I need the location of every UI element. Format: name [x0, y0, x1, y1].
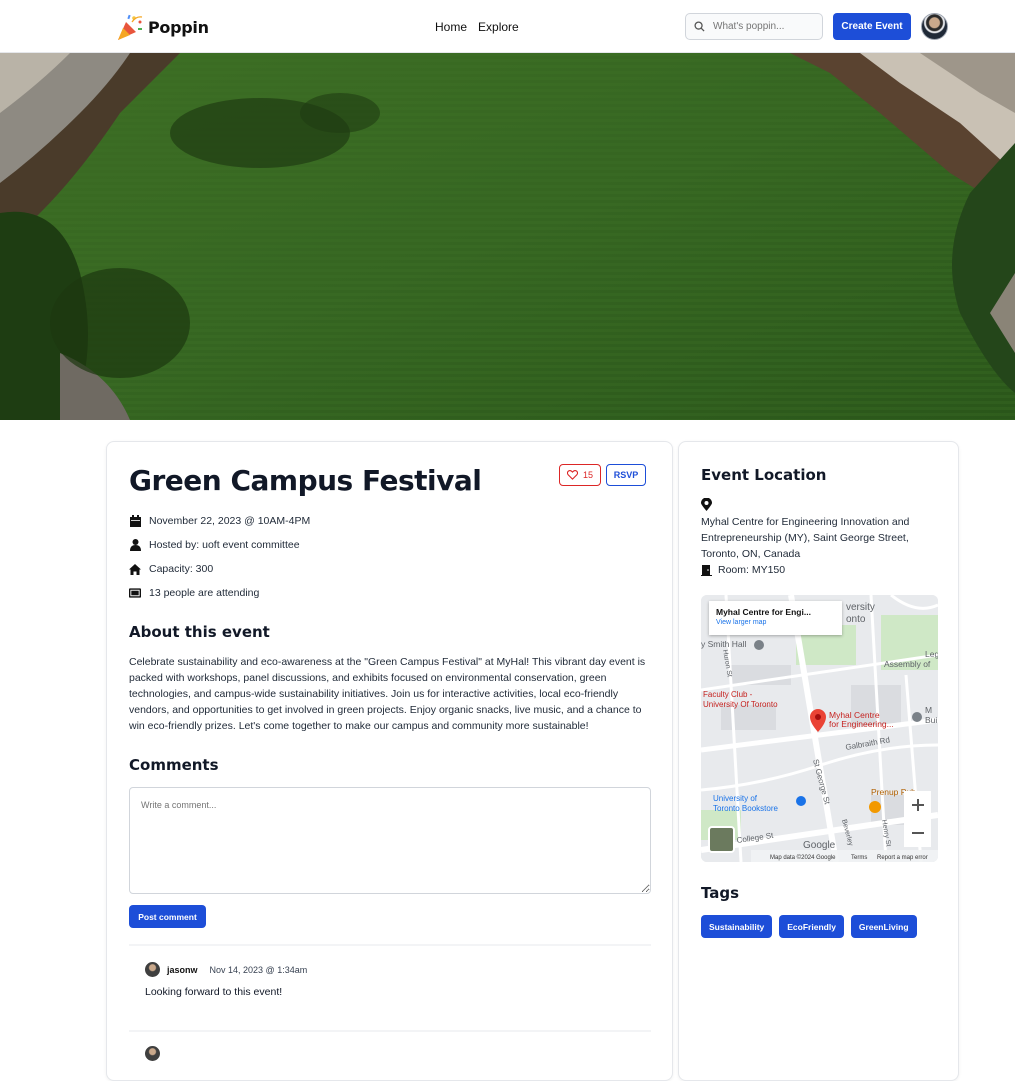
- comment-timestamp: Nov 14, 2023 @ 1:34am: [209, 964, 308, 975]
- search-input[interactable]: [713, 21, 813, 32]
- search-icon: [694, 21, 705, 32]
- map-attribution: Map data ©2024 Google: [770, 854, 836, 861]
- comment-input[interactable]: [129, 787, 651, 894]
- brand-name: Poppin: [148, 17, 209, 37]
- like-button[interactable]: 15: [559, 464, 601, 486]
- comment-username[interactable]: jasonw: [167, 965, 198, 975]
- comment-header: jasonw Nov 14, 2023 @ 1:34am: [145, 962, 307, 977]
- map-zoom-out-button[interactable]: [904, 819, 931, 847]
- event-date-row: November 22, 2023 @ 10AM-4PM: [129, 515, 310, 527]
- location-card: Event Location Myhal Centre for Engineer…: [678, 441, 959, 1081]
- post-comment-button[interactable]: Post comment: [129, 905, 206, 928]
- heart-icon: [566, 470, 578, 480]
- event-host: Hosted by: uoft event committee: [149, 539, 300, 551]
- event-host-row: Hosted by: uoft event committee: [129, 539, 300, 551]
- map-label: M: [925, 705, 932, 715]
- ticket-icon: [129, 587, 141, 599]
- create-event-button[interactable]: Create Event: [833, 13, 911, 40]
- map-report-link[interactable]: Report a map error: [877, 855, 928, 861]
- nav-links: Home Explore: [435, 20, 519, 34]
- map-label: University of: [713, 794, 758, 803]
- door-icon: [701, 564, 712, 576]
- map-label: for Engineering...: [829, 719, 894, 729]
- comments-heading: Comments: [129, 756, 219, 774]
- like-count: 15: [582, 470, 593, 480]
- location-map[interactable]: versity onto y Smith Hall Assembly of Le…: [701, 595, 938, 862]
- calendar-icon: [129, 515, 141, 527]
- map-popup: Myhal Centre for Engi... View larger map: [709, 601, 842, 635]
- map-label: versity: [846, 602, 875, 613]
- person-icon: [129, 539, 141, 551]
- home-icon: [129, 563, 141, 575]
- comment-avatar[interactable]: [145, 962, 160, 977]
- view-larger-map-link[interactable]: View larger map: [716, 619, 835, 626]
- location-heading: Event Location: [701, 466, 827, 484]
- map-label: Assembly of: [884, 659, 931, 669]
- about-heading: About this event: [129, 623, 270, 641]
- event-capacity-row: Capacity: 300: [129, 563, 213, 575]
- map-layer-thumbnail[interactable]: [708, 826, 735, 853]
- location-pin-icon: [701, 498, 712, 511]
- event-room: Room: MY150: [718, 564, 786, 576]
- party-popper-icon: [118, 14, 143, 40]
- map-label: Toronto Bookstore: [713, 804, 778, 813]
- event-date: November 22, 2023 @ 10AM-4PM: [149, 515, 311, 527]
- tag-chip[interactable]: GreenLiving: [850, 915, 917, 938]
- comment-text: Looking forward to this event!: [145, 986, 283, 998]
- about-text: Celebrate sustainability and eco-awarene…: [129, 656, 646, 732]
- event-capacity: Capacity: 300: [149, 563, 214, 575]
- nav-home-link[interactable]: Home: [435, 20, 467, 34]
- tag-chip[interactable]: Sustainability: [701, 915, 773, 938]
- navbar: Poppin Home Explore Create Event: [0, 0, 1015, 53]
- event-title: Green Campus Festival: [129, 464, 482, 497]
- map-label: University Of Toronto: [703, 700, 778, 709]
- brand-logo[interactable]: Poppin: [116, 12, 209, 42]
- event-attending: 13 people are attending: [149, 587, 260, 599]
- tags-heading: Tags: [701, 884, 740, 902]
- tag-chip[interactable]: EcoFriendly: [779, 915, 844, 938]
- map-terms-link[interactable]: Terms: [851, 855, 867, 861]
- nav-explore-link[interactable]: Explore: [478, 20, 519, 34]
- plus-icon: [911, 799, 924, 811]
- minus-icon: [911, 832, 924, 834]
- event-attending-row: 13 people are attending: [129, 587, 259, 599]
- map-label: Faculty Club -: [703, 690, 753, 699]
- map-popup-title: Myhal Centre for Engi...: [716, 607, 811, 617]
- search-bar[interactable]: [685, 13, 823, 40]
- tag-list: Sustainability EcoFriendly GreenLiving: [701, 915, 917, 938]
- comment-avatar[interactable]: [145, 1046, 160, 1061]
- map-label: y Smith Hall: [701, 639, 746, 649]
- comment-divider: [129, 1030, 651, 1032]
- event-details-card: Green Campus Festival 15 RSVP November 2…: [106, 441, 673, 1081]
- map-zoom-in-button[interactable]: [904, 791, 931, 819]
- comment-divider: [129, 944, 651, 946]
- comment-item: jasonw Nov 14, 2023 @ 1:34am Looking for…: [145, 962, 307, 998]
- user-avatar[interactable]: [921, 13, 948, 40]
- event-room-row: Room: MY150: [701, 564, 785, 576]
- map-label: Leg: [925, 649, 938, 659]
- map-label: Bui: [925, 715, 937, 725]
- event-address: Myhal Centre for Engineering Innovation …: [701, 516, 910, 560]
- event-hero-image: [0, 53, 1015, 420]
- rsvp-button[interactable]: RSVP: [606, 464, 646, 486]
- map-label: Google: [803, 840, 836, 851]
- map-label: onto: [846, 614, 866, 625]
